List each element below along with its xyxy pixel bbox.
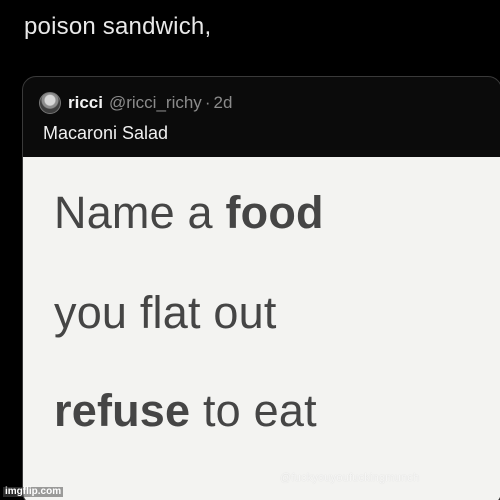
metadata-separator: ·	[204, 93, 211, 112]
profile-avatar-icon[interactable]	[39, 92, 61, 114]
image-caption-line-2: you flat out	[54, 287, 277, 338]
user-handle[interactable]: @ricci_richy	[109, 93, 202, 113]
post-age[interactable]: 2d	[213, 93, 232, 113]
image-caption-line-1: Name a food	[54, 186, 324, 240]
display-name[interactable]: ricci	[68, 93, 103, 113]
post-text: poison sandwich,	[24, 13, 212, 40]
caption-text-to-eat: to eat	[190, 385, 317, 436]
quoted-post-text: Macaroni Salad	[43, 123, 169, 143]
quoted-post-header: ricci @ricci_richy · 2d	[39, 91, 232, 115]
caption-text-refuse: refuse	[54, 385, 191, 436]
caption-text-name-a: Name a	[54, 187, 226, 238]
caption-text-food: food	[225, 187, 324, 238]
image-watermark: @fuckyouyoufuckingmunch	[280, 472, 420, 484]
image-caption-line-3: refuse to eat	[54, 384, 317, 438]
site-watermark: imgflip.com	[3, 486, 64, 497]
